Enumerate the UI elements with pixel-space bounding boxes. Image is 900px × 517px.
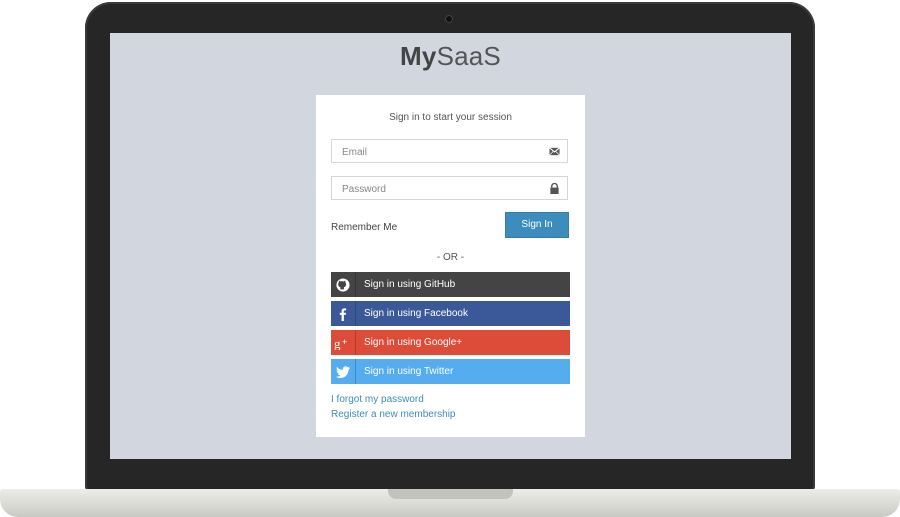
lock-icon	[550, 183, 559, 194]
register-link[interactable]: Register a new membership	[331, 409, 456, 420]
camera-icon	[446, 16, 452, 22]
github-icon	[336, 277, 350, 292]
or-divider: - OR -	[436, 252, 465, 263]
facebook-signin-button[interactable]: Sign in using Facebook	[331, 301, 570, 326]
laptop-notch	[388, 489, 513, 499]
password-input[interactable]	[340, 177, 544, 201]
login-box: Sign in to start your session Remember M…	[316, 95, 585, 437]
google-signin-button[interactable]: g + Sign in using Google+	[331, 330, 570, 355]
envelope-icon	[549, 147, 560, 156]
github-signin-label: Sign in using GitHub	[364, 279, 456, 290]
email-field[interactable]	[331, 139, 568, 164]
password-field[interactable]	[331, 176, 568, 201]
svg-text:g: g	[334, 336, 341, 350]
brand-light: SaaS	[436, 41, 501, 71]
sign-in-button[interactable]: Sign In	[505, 212, 569, 238]
login-message: Sign in to start your session	[389, 112, 512, 123]
login-screen: MySaaS Sign in to start your session Rem…	[110, 33, 791, 459]
facebook-icon	[339, 307, 347, 321]
email-input[interactable]	[340, 140, 544, 164]
google-plus-icon: g +	[334, 336, 347, 350]
brand-logo[interactable]: MySaaS	[110, 41, 791, 72]
google-signin-label: Sign in using Google+	[364, 337, 463, 348]
twitter-signin-label: Sign in using Twitter	[364, 366, 454, 377]
forgot-password-link[interactable]: I forgot my password	[331, 394, 424, 405]
twitter-icon	[336, 365, 350, 378]
remember-me-label[interactable]: Remember Me	[331, 222, 397, 233]
brand-bold: My	[400, 41, 437, 71]
twitter-signin-button[interactable]: Sign in using Twitter	[331, 359, 570, 384]
github-signin-button[interactable]: Sign in using GitHub	[331, 272, 570, 297]
svg-text:+: +	[342, 337, 347, 347]
facebook-signin-label: Sign in using Facebook	[364, 308, 468, 319]
